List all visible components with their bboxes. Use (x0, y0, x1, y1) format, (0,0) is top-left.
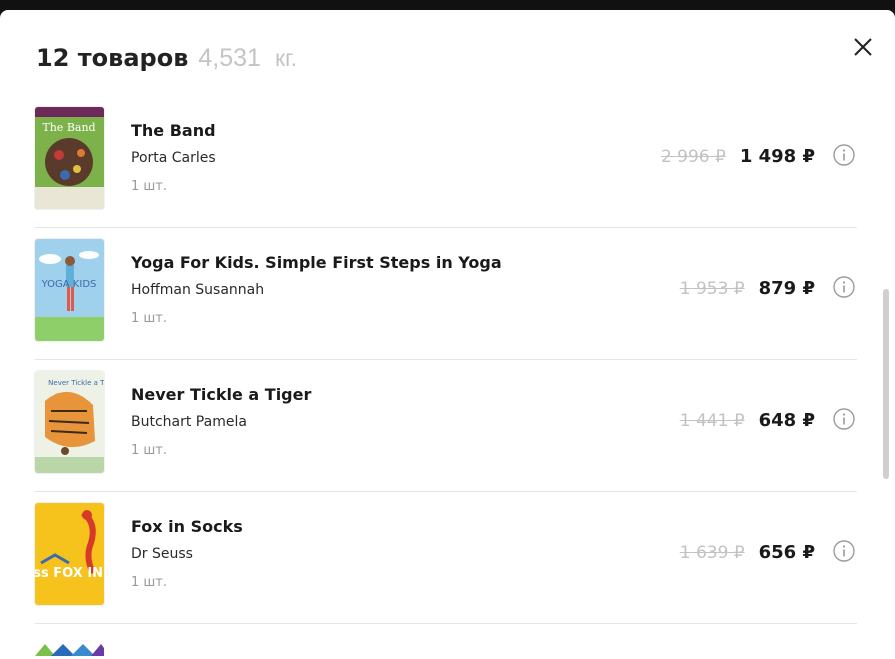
scrollbar-thumb[interactable] (883, 289, 889, 479)
cart-items-list: The Band The Band Porta Carles 1 шт. 2 9… (35, 96, 857, 624)
current-price: 879 ₽ (758, 278, 815, 299)
cart-header: 12 товаров 4,531 кг. (36, 44, 297, 73)
item-prices: 2 996 ₽ 1 498 ₽ (661, 146, 815, 167)
item-prices: 1 441 ₽ 648 ₽ (680, 410, 815, 431)
current-price: 656 ₽ (758, 542, 815, 563)
book-cover-image[interactable]: YOGA KIDS (35, 239, 104, 341)
item-quantity: 1 шт. (131, 443, 168, 458)
cover-title-text: Dr. Seuss FOX IN SOCKS (35, 566, 104, 581)
cart-modal: 12 товаров 4,531 кг. The Band The Band P… (0, 10, 895, 659)
book-cover-image-partial[interactable] (35, 644, 104, 659)
info-icon[interactable] (833, 144, 855, 166)
item-prices: 1 953 ₽ 879 ₽ (680, 278, 815, 299)
book-cover-image[interactable]: Dr. Seuss FOX IN SOCKS (35, 503, 104, 605)
old-price: 1 441 ₽ (679, 411, 745, 431)
cover-title-text: Never Tickle a Tiger (48, 379, 104, 387)
item-author: Hoffman Susannah (131, 282, 265, 298)
cart-item: Dr. Seuss FOX IN SOCKS Fox in Socks Dr S… (35, 492, 857, 624)
cart-item: The Band The Band Porta Carles 1 шт. 2 9… (35, 96, 857, 228)
book-cover-image[interactable]: Never Tickle a Tiger (35, 371, 104, 473)
cover-title-text: The Band (42, 121, 95, 134)
info-icon[interactable] (833, 408, 855, 430)
item-prices: 1 639 ₽ 656 ₽ (680, 542, 815, 563)
item-title[interactable]: Yoga For Kids. Simple First Steps in Yog… (131, 253, 502, 272)
close-icon[interactable] (852, 36, 874, 58)
info-icon[interactable] (833, 276, 855, 298)
item-quantity: 1 шт. (131, 179, 168, 194)
item-title[interactable]: The Band (131, 121, 216, 140)
item-count: 12 товаров (36, 44, 189, 72)
old-price: 1 639 ₽ (679, 543, 745, 563)
item-quantity: 1 шт. (131, 575, 168, 590)
item-author: Butchart Pamela (131, 414, 247, 430)
cart-item: YOGA KIDS Yoga For Kids. Simple First St… (35, 228, 857, 360)
cart-item: Never Tickle a Tiger Never Tickle a Tige… (35, 360, 857, 492)
cover-title-text: YOGA KIDS (41, 279, 97, 290)
item-quantity: 1 шт. (131, 311, 168, 326)
item-title[interactable]: Never Tickle a Tiger (131, 385, 311, 404)
info-icon[interactable] (833, 540, 855, 562)
old-price: 2 996 ₽ (660, 147, 726, 167)
old-price: 1 953 ₽ (679, 279, 745, 299)
current-price: 1 498 ₽ (739, 146, 815, 167)
item-title[interactable]: Fox in Socks (131, 517, 243, 536)
total-weight-unit: кг. (274, 45, 297, 71)
book-cover-image[interactable]: The Band (35, 107, 104, 209)
current-price: 648 ₽ (758, 410, 815, 431)
item-author: Porta Carles (131, 150, 216, 166)
top-overlay-strip (0, 0, 895, 10)
item-author: Dr Seuss (131, 546, 193, 562)
total-weight-value: 4,531 (198, 44, 261, 72)
